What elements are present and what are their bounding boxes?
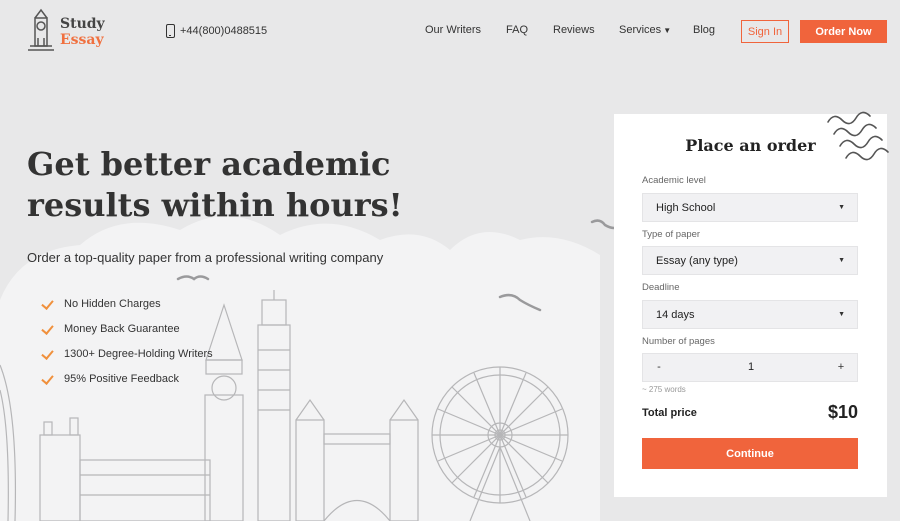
academic-level-select[interactable]: High School ▼ bbox=[642, 193, 858, 222]
caret-down-icon: ▼ bbox=[838, 204, 845, 211]
phone-icon bbox=[166, 24, 175, 38]
pages-label: Number of pages bbox=[642, 336, 715, 347]
pages-value[interactable]: 1 bbox=[643, 361, 859, 373]
pages-stepper: 1 - + bbox=[642, 353, 858, 382]
phone-contact[interactable]: +44(800)0488515 bbox=[166, 24, 267, 38]
sign-in-button[interactable]: Sign In bbox=[741, 20, 789, 43]
order-now-button[interactable]: Order Now bbox=[800, 20, 887, 43]
feature-text: 95% Positive Feedback bbox=[64, 372, 179, 385]
check-icon bbox=[42, 372, 56, 386]
paper-type-value: Essay (any type) bbox=[656, 254, 738, 267]
caret-down-icon: ▼ bbox=[838, 311, 845, 318]
feature-item: Money Back Guarantee bbox=[42, 316, 213, 341]
feature-list: No Hidden Charges Money Back Guarantee 1… bbox=[42, 291, 213, 391]
nav-reviews[interactable]: Reviews bbox=[553, 24, 595, 36]
hero-title: Get better academic results within hours… bbox=[27, 145, 403, 224]
continue-button[interactable]: Continue bbox=[642, 438, 858, 469]
feature-item: 95% Positive Feedback bbox=[42, 366, 213, 391]
word-count: ~ 275 words bbox=[642, 385, 686, 394]
logo-text-essay: Essay bbox=[60, 32, 104, 48]
deadline-value: 14 days bbox=[656, 308, 695, 321]
nav-faq[interactable]: FAQ bbox=[506, 24, 528, 36]
phone-number: +44(800)0488515 bbox=[180, 25, 268, 37]
total-price-label: Total price bbox=[642, 407, 697, 419]
feature-text: 1300+ Degree-Holding Writers bbox=[64, 347, 213, 360]
hero-subtitle: Order a top-quality paper from a profess… bbox=[27, 250, 384, 265]
pages-increment-button[interactable]: + bbox=[835, 361, 847, 373]
caret-down-icon: ▼ bbox=[663, 26, 672, 35]
feature-item: 1300+ Degree-Holding Writers bbox=[42, 341, 213, 366]
logo-text-study: Study bbox=[60, 16, 105, 32]
academic-level-value: High School bbox=[656, 201, 716, 214]
pages-decrement-button[interactable]: - bbox=[653, 361, 665, 373]
site-logo[interactable]: Study Essay bbox=[26, 8, 116, 54]
wavy-stamp-decoration bbox=[827, 111, 889, 161]
check-icon bbox=[42, 297, 56, 311]
academic-level-label: Academic level bbox=[642, 175, 706, 186]
deadline-select[interactable]: 14 days ▼ bbox=[642, 300, 858, 329]
site-header: Study Essay +44(800)0488515 Our Writers … bbox=[0, 0, 900, 62]
nav-services-label: Services bbox=[619, 24, 662, 36]
paper-type-select[interactable]: Essay (any type) ▼ bbox=[642, 246, 858, 275]
deadline-label: Deadline bbox=[642, 282, 680, 293]
nav-blog[interactable]: Blog bbox=[693, 24, 715, 36]
paper-type-label: Type of paper bbox=[642, 229, 701, 240]
nav-services[interactable]: Services ▼ bbox=[619, 24, 671, 36]
tower-logo-icon bbox=[28, 8, 54, 51]
nav-our-writers[interactable]: Our Writers bbox=[425, 24, 481, 36]
total-price-value: $10 bbox=[827, 402, 858, 422]
feature-text: No Hidden Charges bbox=[64, 297, 161, 310]
feature-text: Money Back Guarantee bbox=[64, 322, 180, 335]
caret-down-icon: ▼ bbox=[838, 257, 845, 264]
check-icon bbox=[42, 322, 56, 336]
check-icon bbox=[42, 347, 56, 361]
feature-item: No Hidden Charges bbox=[42, 291, 213, 316]
